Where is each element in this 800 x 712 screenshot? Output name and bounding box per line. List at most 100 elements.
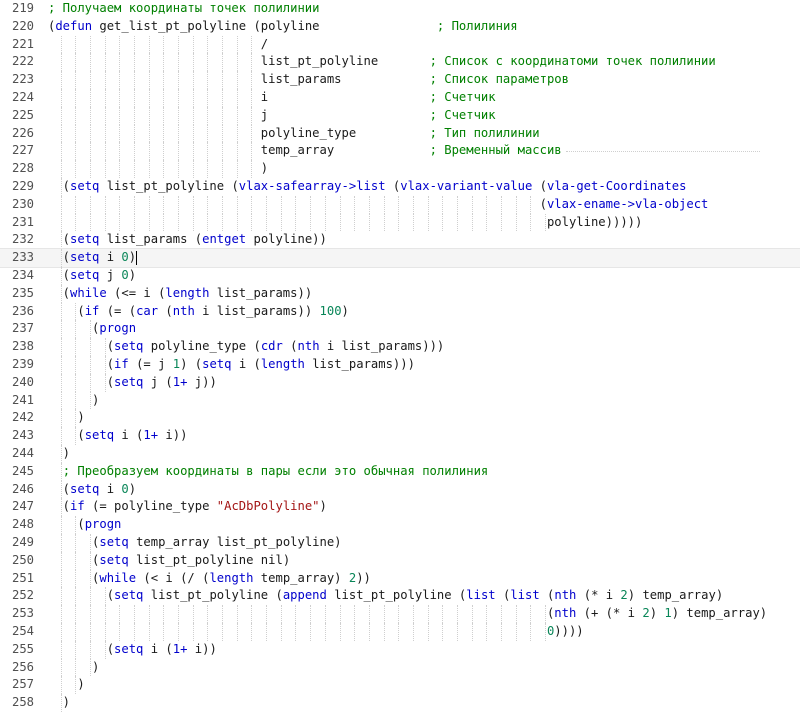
code-text[interactable]: ) xyxy=(48,160,268,178)
code-text[interactable]: ) xyxy=(48,445,70,463)
code-line[interactable]: 251 (while (< i (/ (length temp_array) 2… xyxy=(0,569,800,588)
code-line[interactable]: 254 0)))) xyxy=(0,623,800,641)
code-text[interactable]: list_params ; Список параметров xyxy=(48,71,569,89)
indent-guide xyxy=(60,178,62,196)
indent-guide xyxy=(163,71,165,89)
indent-guide xyxy=(90,213,92,232)
code-line[interactable]: 223 list_params ; Список параметров xyxy=(0,71,800,89)
code-line[interactable]: 225 j ; Счетчик xyxy=(0,106,800,125)
code-line[interactable]: 248 (progn xyxy=(0,516,800,534)
indent-guide xyxy=(222,213,224,232)
code-line[interactable]: 222 list_pt_polyline ; Список с координа… xyxy=(0,53,800,72)
code-line[interactable]: 235 (while (<= i (length list_params)) xyxy=(0,284,800,303)
code-line[interactable]: 242 ) xyxy=(0,409,800,428)
code-text[interactable]: (setq polyline_type (cdr (nth i list_par… xyxy=(48,338,445,356)
line-number: 248 xyxy=(11,517,34,532)
code-text[interactable]: (while (< i (/ (length temp_array) 2)) xyxy=(48,570,371,588)
code-text[interactable]: ; Получаем координаты точек полилинии xyxy=(48,0,320,18)
code-text[interactable]: (setq temp_array list_pt_polyline) xyxy=(48,534,342,552)
indent-guide xyxy=(75,320,77,339)
code-text[interactable]: ) xyxy=(48,659,99,677)
code-text[interactable]: ) xyxy=(48,409,84,427)
indent-guide xyxy=(104,338,106,356)
indent-guide xyxy=(412,605,414,623)
code-line[interactable]: 231 polyline))))) xyxy=(0,213,800,232)
indent-guide xyxy=(60,587,62,606)
code-text[interactable]: (if (= polyline_type "AcDbPolyline") xyxy=(48,498,327,516)
code-line[interactable]: 258 ) xyxy=(0,694,800,712)
code-line[interactable]: 256 ) xyxy=(0,658,800,677)
code-text[interactable]: (vlax-ename->vla-object xyxy=(48,196,709,214)
indent-guide xyxy=(412,623,414,641)
indent-guide xyxy=(251,160,253,178)
code-text[interactable]: (setq i (1+ i)) xyxy=(48,427,187,445)
code-text[interactable]: (nth (+ (* i 2) 1) temp_array) xyxy=(48,605,767,623)
code-text[interactable]: / xyxy=(48,36,268,54)
code-text[interactable]: j ; Счетчик xyxy=(48,107,496,125)
code-line[interactable]: 226 polyline_type ; Тип полилинии xyxy=(0,124,800,143)
code-line[interactable]: 230 (vlax-ename->vla-object xyxy=(0,195,800,214)
code-text[interactable]: (while (<= i (length list_params)) xyxy=(48,285,313,303)
code-line[interactable]: 232 (setq list_params (entget polyline)) xyxy=(0,231,800,250)
indent-guide xyxy=(324,605,326,623)
line-number: 245 xyxy=(11,463,34,478)
code-line[interactable]: 221 / xyxy=(0,35,800,54)
indent-guide xyxy=(75,623,77,641)
code-text[interactable]: i ; Счетчик xyxy=(48,89,496,107)
code-line[interactable]: 252 (setq list_pt_polyline (append list_… xyxy=(0,587,800,606)
code-line[interactable]: 240 (setq j (1+ j)) xyxy=(0,373,800,392)
code-text[interactable]: polyline))))) xyxy=(48,214,642,232)
indent-guide xyxy=(427,195,429,214)
indent-guide xyxy=(178,623,180,641)
code-line[interactable]: 257 ) xyxy=(0,676,800,695)
code-text[interactable]: (setq j (1+ j)) xyxy=(48,374,217,392)
indent-guide xyxy=(60,605,62,623)
code-line[interactable]: 237 (progn xyxy=(0,320,800,339)
code-line[interactable]: 238 (setq polyline_type (cdr (nth i list… xyxy=(0,338,800,356)
code-text[interactable]: (setq list_pt_polyline (append list_pt_p… xyxy=(48,587,723,605)
code-line[interactable]: 245 ; Преобразуем координаты в пары если… xyxy=(0,462,800,481)
code-text[interactable]: (progn xyxy=(48,516,121,534)
code-text[interactable]: (setq list_pt_polyline nil) xyxy=(48,552,290,570)
code-text[interactable]: 0)))) xyxy=(48,623,584,641)
code-text[interactable]: (setq list_params (entget polyline)) xyxy=(48,231,327,249)
indent-guide xyxy=(295,605,297,623)
code-line[interactable]: 219 ; Получаем координаты точек полилинии xyxy=(0,0,800,18)
code-line[interactable]: 224 i ; Счетчик xyxy=(0,89,800,107)
code-text[interactable]: (if (= j 1) (setq i (length list_params)… xyxy=(48,356,415,374)
code-text[interactable]: (setq i (1+ i)) xyxy=(48,641,217,659)
code-line[interactable]: 249 (setq temp_array list_pt_polyline) xyxy=(0,534,800,552)
code-line[interactable]: 250 (setq list_pt_polyline nil) xyxy=(0,551,800,570)
indent-guide xyxy=(530,623,532,641)
indent-guide xyxy=(75,605,77,623)
code-line[interactable]: 236 (if (= (car (nth i list_params)) 100… xyxy=(0,302,800,321)
code-text[interactable]: (if (= (car (nth i list_params)) 100) xyxy=(48,303,349,321)
code-text[interactable]: ) xyxy=(48,676,84,694)
code-line[interactable]: 246 (setq i 0) xyxy=(0,480,800,499)
code-line[interactable]: 227 temp_array ; Временный массив xyxy=(0,142,800,161)
code-text[interactable]: (setq list_pt_polyline (vlax-safearray->… xyxy=(48,178,687,196)
code-text[interactable]: temp_array ; Временный массив xyxy=(48,142,562,160)
indent-guide xyxy=(60,249,62,267)
code-text[interactable]: polyline_type ; Тип полилинии xyxy=(48,125,540,143)
code-line[interactable]: 234 (setq j 0) xyxy=(0,267,800,285)
code-line[interactable]: 247 (if (= polyline_type "AcDbPolyline") xyxy=(0,498,800,517)
code-line[interactable]: 243 (setq i (1+ i)) xyxy=(0,427,800,445)
code-text[interactable]: ; Преобразуем координаты в пары если это… xyxy=(48,463,489,481)
code-line[interactable]: 229 (setq list_pt_polyline (vlax-safearr… xyxy=(0,178,800,196)
code-line[interactable]: 241 ) xyxy=(0,391,800,410)
code-text[interactable]: ) xyxy=(48,694,70,712)
code-line[interactable]: 233 (setq i 0) xyxy=(0,248,800,268)
code-line[interactable]: 255 (setq i (1+ i)) xyxy=(0,640,800,659)
code-line[interactable]: 253 (nth (+ (* i 2) 1) temp_array) xyxy=(0,605,800,623)
indent-guide xyxy=(104,195,106,214)
code-editor[interactable]: 219 ; Получаем координаты точек полилинии… xyxy=(0,0,800,712)
code-text[interactable]: ) xyxy=(48,392,99,410)
code-line[interactable]: 244 ) xyxy=(0,445,800,463)
indent-guide xyxy=(60,124,62,143)
code-line[interactable]: 228 ) xyxy=(0,160,800,178)
code-line[interactable]: 220 (defun get_list_pt_polyline (polyline… xyxy=(0,18,800,36)
indent-guide xyxy=(456,605,458,623)
code-line[interactable]: 239 (if (= j 1) (setq i (length list_par… xyxy=(0,356,800,374)
code-text[interactable]: (defun get_list_pt_polyline (polyline ; … xyxy=(48,18,518,36)
